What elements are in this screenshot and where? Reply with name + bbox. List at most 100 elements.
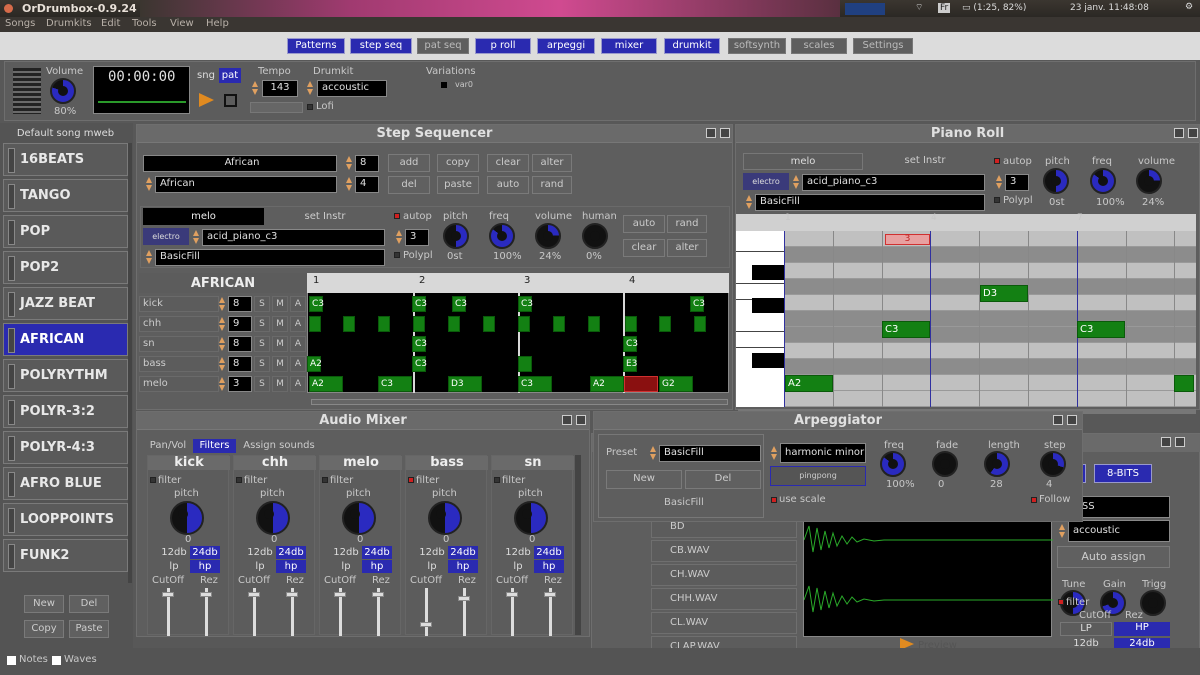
piano-black-key[interactable] xyxy=(752,353,784,368)
step-note[interactable]: C3 xyxy=(452,296,467,312)
pr-note[interactable]: A2 xyxy=(785,375,833,392)
lofi-checkbox[interactable] xyxy=(307,104,313,110)
alter-instr-button[interactable]: alter xyxy=(667,239,707,257)
song-item[interactable]: POP2 xyxy=(3,251,128,284)
mixer-scrollbar[interactable] xyxy=(575,455,581,635)
steps-spinner-icon[interactable] xyxy=(346,156,353,170)
set-instr-button[interactable]: set Instr xyxy=(265,208,385,225)
mixer-tab-assign-sounds[interactable]: Assign sounds xyxy=(238,439,320,453)
song-mode-button[interactable]: sng xyxy=(195,68,217,83)
step-note[interactable]: C3 xyxy=(623,336,638,352)
instr-preset[interactable]: BasicFill xyxy=(155,249,385,266)
arp-preset-select[interactable]: BasicFill xyxy=(659,445,761,462)
volume-knob[interactable] xyxy=(50,78,76,104)
song-item[interactable]: FUNK2 xyxy=(3,539,128,572)
rand-instr-button[interactable]: rand xyxy=(667,215,707,233)
waves-checkbox[interactable] xyxy=(52,656,61,665)
track-solo-button[interactable]: S xyxy=(254,356,270,372)
pr-instr-preset[interactable]: BasicFill xyxy=(755,194,985,211)
step-grid-scrollbar[interactable] xyxy=(311,399,728,405)
step-note[interactable] xyxy=(518,356,532,372)
del-pattern-button[interactable]: del xyxy=(388,176,430,194)
track-steps-field[interactable]: 3 xyxy=(228,376,252,392)
pr-set-instr-button[interactable]: set Instr xyxy=(864,153,986,170)
auto-assign-button[interactable]: Auto assign xyxy=(1057,546,1170,568)
step-note[interactable] xyxy=(659,316,671,332)
track-label-kick[interactable]: kick xyxy=(139,296,219,312)
tab-arpeggi[interactable]: arpeggi xyxy=(537,38,595,54)
use-scale-checkbox[interactable] xyxy=(771,497,777,503)
arp-del-button[interactable]: Del xyxy=(685,470,761,489)
channel-pitch-knob[interactable] xyxy=(256,501,290,535)
arp-fade-knob[interactable] xyxy=(932,451,958,477)
channel-filter-checkbox[interactable] xyxy=(408,477,414,483)
follow-checkbox[interactable] xyxy=(1031,497,1037,503)
track-steps-field[interactable]: 8 xyxy=(228,356,252,372)
pr-note[interactable] xyxy=(1174,375,1194,392)
hp-button[interactable]: hp xyxy=(190,560,220,573)
hp-button[interactable]: hp xyxy=(276,560,306,573)
lp-button[interactable]: LP xyxy=(1060,622,1112,636)
tempo-slider[interactable] xyxy=(250,102,303,113)
close-window-icon[interactable] xyxy=(4,4,13,13)
auto-instr-button[interactable]: auto xyxy=(623,215,665,233)
track-steps-spinner-icon[interactable] xyxy=(219,337,226,351)
track-steps-field[interactable]: 9 xyxy=(228,316,252,332)
pr-autop-checkbox[interactable] xyxy=(994,158,1000,164)
pr-instrument-name[interactable]: melo xyxy=(743,153,863,170)
pr-loop-marker[interactable]: 3 xyxy=(885,234,930,245)
song-item[interactable]: LOOPPOINTS xyxy=(3,503,128,536)
song-item[interactable]: AFRO BLUE xyxy=(3,467,128,500)
notes-checkbox[interactable] xyxy=(7,656,16,665)
track-label-chh[interactable]: chh xyxy=(139,316,219,332)
drumkit-filter-checkbox[interactable] xyxy=(1058,599,1064,605)
tab-scales[interactable]: scales xyxy=(791,38,847,54)
lp-button[interactable]: lp xyxy=(160,560,188,573)
db24-button[interactable]: 24db xyxy=(534,546,564,559)
drumkit-sound-name[interactable]: ASS xyxy=(1070,496,1170,518)
db24-button[interactable]: 24db xyxy=(362,546,392,559)
position-bar[interactable] xyxy=(98,101,186,103)
rez-slider-handle[interactable] xyxy=(544,592,556,597)
track-auto-button[interactable]: A xyxy=(290,356,306,372)
song-item[interactable]: 16BEATS xyxy=(3,143,128,176)
maximize-icon[interactable] xyxy=(1175,437,1185,447)
db12-button[interactable]: 12db xyxy=(418,546,446,559)
step-note[interactable]: C3 xyxy=(412,296,427,312)
pr-octave-field[interactable]: 3 xyxy=(1005,174,1029,191)
drumkit-kit-select[interactable]: accoustic xyxy=(1068,520,1170,542)
hp-button[interactable]: hp xyxy=(534,560,564,573)
instr-sound[interactable]: acid_piano_c3 xyxy=(202,229,385,246)
step-note[interactable]: C3 xyxy=(518,376,552,392)
cutoff-slider[interactable] xyxy=(425,588,428,636)
gear-icon[interactable]: ⚙ xyxy=(1185,2,1193,12)
step-note[interactable] xyxy=(413,316,425,332)
piano-keyboard[interactable] xyxy=(736,231,784,407)
track-auto-button[interactable]: A xyxy=(290,316,306,332)
new-song-button[interactable]: New xyxy=(24,595,64,613)
hp-button[interactable]: HP xyxy=(1114,622,1170,636)
tempo-value[interactable]: 143 xyxy=(262,80,298,97)
play-icon[interactable] xyxy=(199,93,214,107)
tab-settings[interactable]: Settings xyxy=(853,38,913,54)
step-note[interactable]: C3 xyxy=(690,296,705,312)
sample-item[interactable]: CH.WAV xyxy=(651,564,797,586)
channel-filter-checkbox[interactable] xyxy=(236,477,242,483)
tab-softsynth[interactable]: softsynth xyxy=(728,38,786,54)
arp-length-knob[interactable] xyxy=(984,451,1010,477)
track-steps-spinner-icon[interactable] xyxy=(219,377,226,391)
step-note-selected[interactable] xyxy=(624,376,658,392)
menu-songs[interactable]: Songs xyxy=(5,18,35,29)
step-note[interactable] xyxy=(448,316,460,332)
keyboard-layout-indicator[interactable]: Fr xyxy=(938,3,951,13)
db24-button[interactable]: 24db xyxy=(448,546,478,559)
track-steps-field[interactable]: 8 xyxy=(228,336,252,352)
pr-polypl-checkbox[interactable] xyxy=(994,197,1000,203)
pr-volume-knob[interactable] xyxy=(1136,168,1162,194)
pr-sound-spinner-icon[interactable] xyxy=(793,175,800,189)
waveform-view[interactable] xyxy=(803,521,1053,637)
track-auto-button[interactable]: A xyxy=(290,336,306,352)
pattern-mode-button[interactable]: pat xyxy=(219,68,241,83)
rez-slider-handle[interactable] xyxy=(286,592,298,597)
instr-preset-spinner-icon[interactable] xyxy=(146,250,153,264)
